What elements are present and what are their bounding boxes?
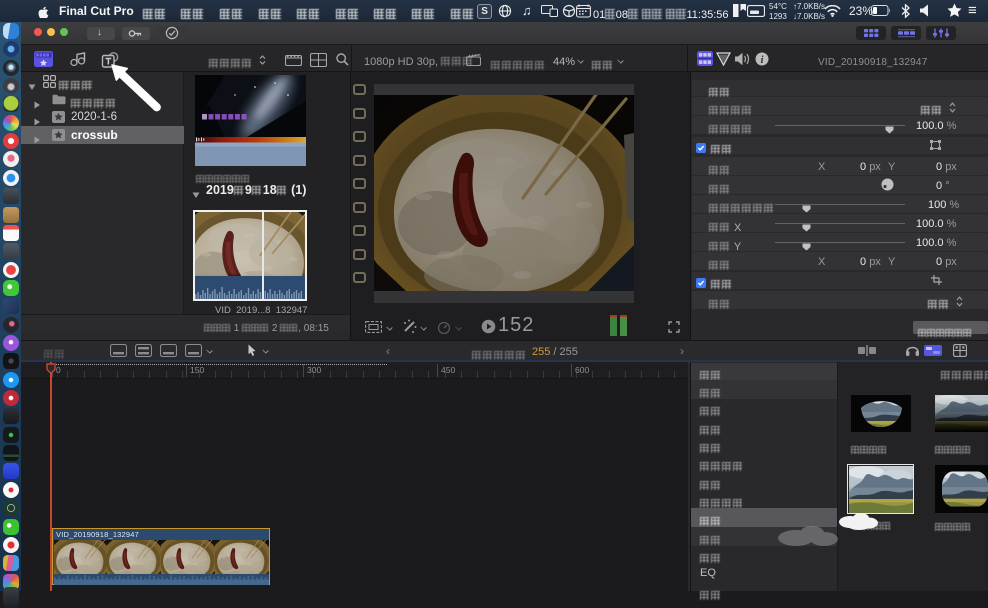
svg-text:i: i <box>761 55 764 66</box>
